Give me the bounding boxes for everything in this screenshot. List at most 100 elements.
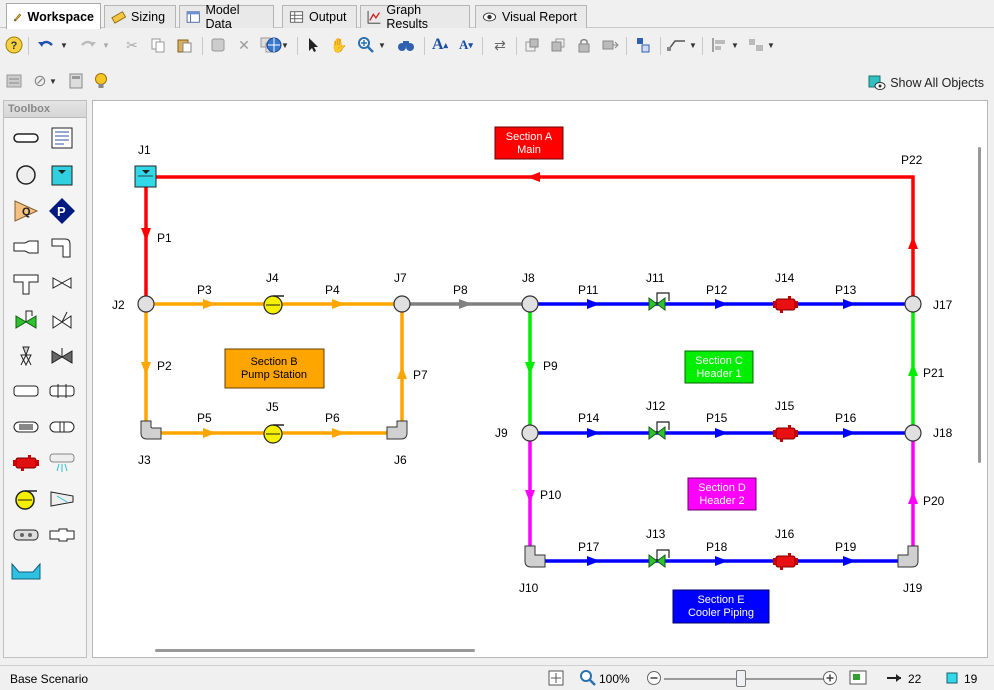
tab-output[interactable]: Output — [282, 5, 357, 28]
branch-j9[interactable] — [521, 424, 539, 442]
zoom-slider-thumb[interactable] — [736, 670, 746, 687]
bend-tool-icon[interactable] — [47, 232, 77, 262]
branch-j2[interactable] — [137, 295, 155, 313]
pipe-count-icon[interactable] — [885, 668, 905, 688]
zoom-in-icon[interactable] — [820, 668, 840, 688]
zoom-dropdown-icon[interactable]: ▼ — [377, 35, 387, 55]
reverse-direction-icon[interactable]: ⇄ — [490, 35, 510, 55]
undo-icon[interactable] — [36, 35, 56, 55]
pipe-drawing-icon[interactable] — [667, 35, 687, 55]
area-change-tool-icon[interactable] — [11, 232, 41, 262]
branch-j7[interactable] — [393, 295, 411, 313]
general-component-tool-icon[interactable] — [11, 412, 41, 442]
redo-icon[interactable] — [78, 35, 98, 55]
valve-tool-icon[interactable] — [47, 268, 77, 298]
annotation-section-a[interactable]: Section A Main — [494, 126, 564, 160]
heat-exchanger-j16[interactable] — [773, 553, 798, 570]
turbine-tool-icon[interactable] — [47, 484, 77, 514]
pump-tool-icon[interactable] — [11, 484, 41, 514]
find-binoculars-icon[interactable] — [396, 35, 416, 55]
distribute-dropdown-icon[interactable]: ▼ — [766, 35, 776, 55]
bend-j10[interactable] — [524, 545, 546, 568]
workspace-layers-icon[interactable] — [633, 35, 653, 55]
heat-exchanger-j14[interactable] — [773, 296, 798, 313]
tee-tool-icon[interactable] — [11, 268, 41, 298]
send-back-icon[interactable] — [548, 35, 568, 55]
show-all-objects-button[interactable]: Show All Objects — [868, 75, 984, 91]
bend-j6[interactable] — [386, 420, 408, 440]
disable-icon[interactable]: ⊘ — [30, 71, 50, 91]
zoom-level-icon[interactable] — [578, 668, 598, 688]
control-valve-j13[interactable] — [648, 549, 670, 568]
decrease-font-icon[interactable]: A ▾ — [456, 35, 476, 55]
pipe-drawing-dropdown-icon[interactable]: ▼ — [688, 35, 698, 55]
branch-j17[interactable] — [904, 295, 922, 313]
screen-tool-icon[interactable] — [47, 412, 77, 442]
reservoir-j1[interactable] — [134, 165, 157, 188]
pointer-icon[interactable] — [303, 35, 323, 55]
disable-dropdown-icon[interactable]: ▼ — [48, 71, 58, 91]
undo-dropdown-icon[interactable]: ▼ — [58, 35, 70, 55]
tab-model-data[interactable]: Model Data — [179, 3, 274, 31]
spray-valve-tool-icon[interactable] — [47, 340, 77, 370]
annotation-section-b[interactable]: Section B Pump Station — [224, 348, 325, 389]
copy-icon[interactable] — [148, 35, 168, 55]
junction-count-icon[interactable] — [942, 668, 962, 688]
align-icon[interactable] — [710, 35, 730, 55]
zoom-out-icon[interactable] — [644, 668, 664, 688]
globe-dropdown-icon[interactable]: ▼ — [280, 35, 290, 55]
nozzle-tool-icon[interactable] — [47, 520, 77, 550]
control-valve-j11[interactable] — [648, 292, 670, 311]
increase-font-icon[interactable]: A ▴ — [430, 35, 450, 55]
dead-end-tool-icon[interactable] — [11, 376, 41, 406]
lock-icon[interactable] — [574, 35, 594, 55]
paste-icon[interactable] — [174, 35, 194, 55]
align-dropdown-icon[interactable]: ▼ — [730, 35, 740, 55]
assigned-flow-tool-icon[interactable]: Q — [11, 196, 41, 226]
annotation-section-d[interactable]: Section D Header 2 — [687, 477, 757, 511]
tab-workspace[interactable]: Workspace — [6, 3, 101, 29]
volume-balance-tool-icon[interactable] — [47, 376, 77, 406]
surge-tank-tool-icon[interactable] — [11, 556, 41, 586]
relief-valve-tool-icon[interactable] — [11, 340, 41, 370]
fit-to-window-icon[interactable] — [546, 668, 566, 688]
group-icon[interactable] — [600, 35, 620, 55]
spray-discharge-tool-icon[interactable] — [47, 448, 77, 478]
lightbulb-icon[interactable] — [91, 71, 111, 91]
heat-exchanger-j15[interactable] — [773, 425, 798, 442]
pump-j4[interactable] — [263, 295, 284, 315]
check-valve-tool-icon[interactable] — [47, 304, 77, 334]
tab-graph-results[interactable]: Graph Results — [360, 3, 470, 31]
branch-j18[interactable] — [904, 424, 922, 442]
zoom-icon[interactable] — [356, 35, 376, 55]
bring-front-icon[interactable] — [522, 35, 542, 55]
annotation-tool-icon[interactable] — [47, 123, 77, 153]
redo-dropdown-icon[interactable]: ▼ — [100, 35, 112, 55]
select-all-icon[interactable] — [208, 35, 228, 55]
bend-j19[interactable] — [897, 545, 919, 568]
annotation-section-c[interactable]: Section C Header 1 — [684, 350, 754, 384]
control-valve-tool-icon[interactable] — [11, 304, 41, 334]
vertical-scrollbar-thumb[interactable] — [978, 147, 981, 463]
pan-hand-icon[interactable]: ✋ — [329, 35, 349, 55]
tab-visual-report[interactable]: Visual Report — [475, 5, 587, 28]
pump-j5[interactable] — [263, 424, 284, 444]
branch-tool-icon[interactable] — [11, 160, 41, 190]
branch-j8[interactable] — [521, 295, 539, 313]
tab-sizing[interactable]: Sizing — [104, 5, 176, 28]
workspace-canvas[interactable]: Section A Main Section B Pump Station Se… — [92, 100, 988, 658]
horizontal-scrollbar-thumb[interactable] — [155, 649, 475, 652]
cut-icon[interactable]: ✂ — [122, 35, 142, 55]
calculator-icon[interactable] — [66, 71, 86, 91]
pipe-tool-icon[interactable] — [11, 123, 41, 153]
control-valve-j12[interactable] — [648, 421, 670, 440]
assigned-pressure-tool-icon[interactable]: P — [47, 196, 77, 226]
annotation-section-e[interactable]: Section E Cooler Piping — [672, 589, 770, 624]
delete-icon[interactable]: ✕ — [234, 35, 254, 55]
help-icon[interactable]: ? — [4, 35, 24, 55]
overview-icon[interactable] — [848, 668, 868, 688]
bend-j3[interactable] — [140, 420, 162, 440]
heat-exchanger-tool-icon[interactable] — [11, 448, 41, 478]
list-icon[interactable] — [4, 71, 24, 91]
reservoir-tool-icon[interactable] — [47, 160, 77, 190]
